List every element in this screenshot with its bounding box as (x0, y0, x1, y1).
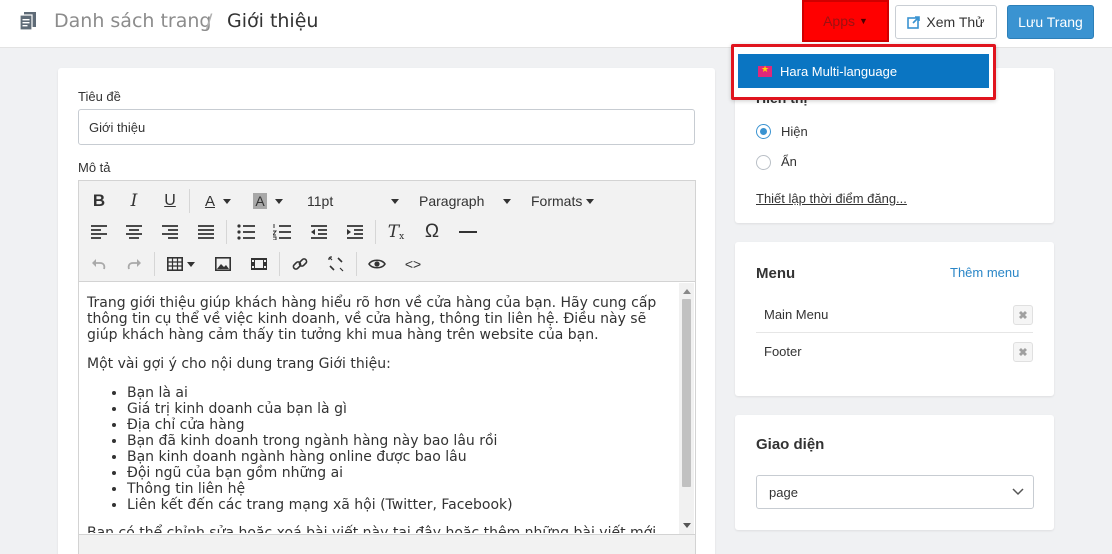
external-link-icon (907, 15, 921, 29)
italic-icon[interactable]: I (122, 189, 146, 213)
preview-eye-icon[interactable] (365, 252, 389, 276)
scrollbar-thumb[interactable] (682, 299, 691, 487)
bullet-list-icon[interactable] (234, 220, 258, 244)
editor-content[interactable]: Trang giới thiệu giúp khách hàng hiểu rõ… (79, 283, 679, 533)
list-item: Liên kết đến các trang mạng xã hội (Twit… (127, 497, 671, 513)
list-item: Thông tin liên hệ (127, 481, 671, 497)
clear-formatting-icon[interactable]: Tx (384, 220, 408, 244)
title-label: Tiêu đề (78, 89, 121, 104)
visibility-show-radio[interactable] (756, 124, 771, 139)
menu-title: Menu (756, 265, 796, 282)
background-color-icon[interactable]: A (247, 189, 289, 213)
bold-icon[interactable]: B (87, 189, 111, 213)
preview-button-label: Xem Thử (926, 14, 985, 30)
remove-menu-icon[interactable]: ✖ (1013, 305, 1033, 325)
redo-icon[interactable] (122, 252, 146, 276)
unlink-icon[interactable] (324, 252, 348, 276)
list-item: Đội ngũ của bạn gồm những ai (127, 465, 671, 481)
insert-link-icon[interactable] (288, 252, 312, 276)
top-bar: Danh sách trang / Giới thiệu Apps ▼ Xem … (0, 0, 1112, 48)
horizontal-line-icon[interactable] (456, 220, 480, 244)
theme-title: Giao diện (756, 436, 825, 453)
toolbar-divider (279, 252, 280, 276)
block-format-select[interactable]: Paragraph (419, 189, 511, 213)
preview-button[interactable]: Xem Thử (895, 5, 997, 39)
special-character-icon[interactable]: Ω (420, 220, 444, 244)
formats-select[interactable]: Formats (531, 189, 597, 213)
list-item: Địa chỉ cửa hàng (127, 417, 671, 433)
theme-card (735, 415, 1054, 530)
remove-menu-icon[interactable]: ✖ (1013, 342, 1033, 362)
outdent-icon[interactable] (307, 220, 331, 244)
list-item: Bạn đã kinh doanh trong ngành hàng này b… (127, 433, 671, 449)
underline-icon[interactable]: U (158, 189, 182, 213)
chevron-down-icon (1012, 488, 1024, 496)
apps-button-label: Apps (823, 13, 855, 29)
visibility-hide-radio[interactable] (756, 155, 771, 170)
insert-video-icon[interactable] (247, 252, 271, 276)
apps-menu-item-hara-multi-language[interactable]: Hara Multi-language (738, 54, 989, 88)
insert-image-icon[interactable] (211, 252, 235, 276)
font-size-value: 11pt (307, 193, 334, 209)
editor-paragraph: Một vài gợi ý cho nội dung trang Giới th… (87, 356, 391, 372)
indent-icon[interactable] (343, 220, 367, 244)
title-input[interactable] (78, 109, 695, 145)
block-format-value: Paragraph (419, 193, 485, 209)
add-menu-link[interactable]: Thêm menu (950, 265, 1019, 280)
visibility-hide-label: Ẩn (781, 154, 797, 169)
breadcrumb-pages-link[interactable]: Danh sách trang (54, 10, 211, 32)
align-right-icon[interactable] (158, 220, 182, 244)
undo-icon[interactable] (87, 252, 111, 276)
menu-item-label: Footer (764, 344, 802, 359)
editor-paragraph: Bạn có thể chỉnh sửa hoặc xoá bài viết n… (87, 525, 657, 533)
editor-scrollbar[interactable] (679, 283, 694, 534)
menu-row: Footer ✖ (756, 334, 1033, 370)
align-center-icon[interactable] (122, 220, 146, 244)
description-label: Mô tả (78, 160, 111, 175)
align-justify-icon[interactable] (194, 220, 218, 244)
editor-toolbar: B I U A A 11pt Paragraph Formats Tx Ω <> (79, 181, 695, 282)
align-left-icon[interactable] (87, 220, 111, 244)
apps-button[interactable]: Apps ▼ (802, 0, 889, 42)
save-page-button[interactable]: Lưu Trang (1007, 5, 1094, 39)
page-title: Giới thiệu (227, 10, 319, 32)
editor-paragraph: Trang giới thiệu giúp khách hàng hiểu rõ… (87, 295, 657, 343)
apps-menu-item-label: Hara Multi-language (780, 63, 898, 79)
list-item: Bạn là ai (127, 385, 671, 401)
text-color-icon[interactable]: A (197, 189, 239, 213)
toolbar-divider (356, 252, 357, 276)
table-icon[interactable] (163, 252, 199, 276)
toolbar-divider (226, 220, 227, 244)
menu-item-label: Main Menu (764, 307, 829, 322)
formats-label: Formats (531, 193, 583, 209)
scroll-down-icon[interactable] (683, 523, 691, 528)
theme-template-value: page (769, 485, 798, 500)
toolbar-divider (154, 252, 155, 276)
schedule-publish-link[interactable]: Thiết lập thời điểm đăng... (756, 191, 907, 206)
numbered-list-icon[interactable] (270, 220, 294, 244)
pages-icon (19, 12, 36, 31)
breadcrumb-separator: / (206, 10, 213, 32)
theme-template-select[interactable]: page (756, 475, 1034, 509)
scroll-up-icon[interactable] (683, 289, 691, 294)
rich-text-editor: B I U A A 11pt Paragraph Formats Tx Ω <>… (78, 180, 696, 554)
vietnam-flag-icon (758, 64, 772, 77)
list-item: Giá trị kinh doanh của bạn là gì (127, 401, 671, 417)
suggestion-list: Bạn là ai Giá trị kinh doanh của bạn là … (87, 385, 671, 513)
source-code-icon[interactable]: <> (401, 252, 425, 276)
menu-row: Main Menu ✖ (756, 297, 1033, 333)
font-size-select[interactable]: 11pt (307, 189, 399, 213)
list-item: Bạn kinh doanh ngành hàng online được ba… (127, 449, 671, 465)
toolbar-divider (375, 220, 376, 244)
editor-statusbar (79, 534, 695, 554)
toolbar-divider (189, 189, 190, 213)
visibility-show-label: Hiện (781, 124, 808, 139)
caret-down-icon: ▼ (859, 16, 868, 26)
